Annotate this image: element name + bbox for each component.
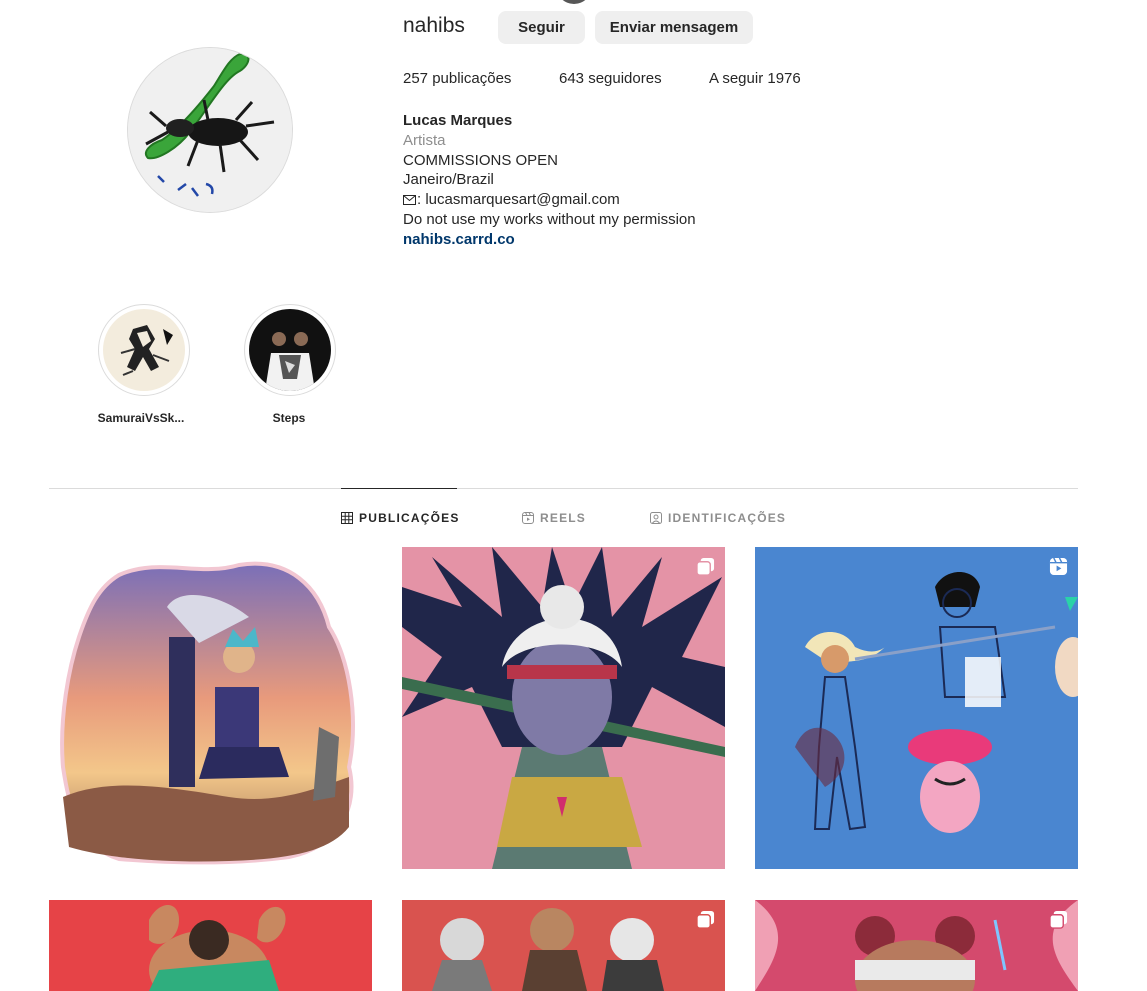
post-thumbnail[interactable] bbox=[755, 547, 1078, 869]
carousel-icon bbox=[696, 557, 715, 576]
tab-label: REELS bbox=[540, 511, 587, 525]
carousel-icon bbox=[1049, 910, 1068, 929]
posts-count: 257 publicações bbox=[403, 70, 512, 87]
bio-email: : lucasmarquesart@gmail.com bbox=[417, 191, 620, 208]
tab-reels[interactable]: REELS bbox=[522, 511, 586, 525]
post-image bbox=[755, 900, 1078, 991]
grid-icon bbox=[341, 512, 353, 524]
tab-tagged[interactable]: IDENTIFICAÇÕES bbox=[650, 511, 786, 525]
bio-line: Do not use my works without my permissio… bbox=[403, 211, 696, 228]
top-partial-element bbox=[556, 0, 592, 4]
bio-email-line: : lucasmarquesart@gmail.com bbox=[403, 191, 620, 208]
profile-username: nahibs bbox=[403, 14, 465, 37]
following-count[interactable]: A seguir 1976 bbox=[709, 70, 801, 87]
post-thumbnail[interactable] bbox=[49, 900, 372, 991]
reel-icon bbox=[1049, 557, 1068, 576]
bio-line: COMMISSIONS OPEN bbox=[403, 152, 559, 169]
send-message-button[interactable]: Enviar mensagem bbox=[595, 11, 753, 44]
tabs-divider bbox=[49, 488, 1078, 489]
post-image bbox=[755, 547, 1078, 869]
post-image bbox=[49, 547, 372, 869]
tab-label: PUBLICAÇÕES bbox=[359, 511, 460, 525]
post-image bbox=[402, 900, 725, 991]
highlight-cover bbox=[249, 309, 331, 391]
mail-icon bbox=[403, 195, 416, 205]
highlight-steps[interactable] bbox=[244, 304, 336, 396]
bio-name: Lucas Marques bbox=[403, 112, 513, 129]
highlight-label: Steps bbox=[272, 411, 306, 425]
bio-line: Janeiro/Brazil bbox=[403, 171, 494, 188]
carousel-icon bbox=[696, 910, 715, 929]
tab-posts[interactable]: PUBLICAÇÕES bbox=[341, 511, 460, 525]
post-image bbox=[402, 547, 725, 869]
post-image bbox=[49, 900, 372, 991]
tagged-icon bbox=[650, 512, 662, 524]
post-thumbnail[interactable] bbox=[402, 900, 725, 991]
bio-link[interactable]: nahibs.carrd.co bbox=[403, 231, 515, 248]
followers-count[interactable]: 643 seguidores bbox=[559, 70, 662, 87]
active-tab-indicator bbox=[341, 488, 457, 489]
highlight-samurai[interactable] bbox=[98, 304, 190, 396]
profile-avatar[interactable] bbox=[127, 47, 293, 213]
post-thumbnail[interactable] bbox=[402, 547, 725, 869]
post-thumbnail[interactable] bbox=[49, 547, 372, 869]
highlight-cover bbox=[103, 309, 185, 391]
bio-category: Artista bbox=[403, 132, 446, 149]
reels-icon bbox=[522, 512, 534, 524]
avatar-image bbox=[128, 48, 292, 212]
highlight-label: SamuraiVsSk... bbox=[97, 411, 185, 425]
tab-label: IDENTIFICAÇÕES bbox=[668, 511, 787, 525]
follow-button[interactable]: Seguir bbox=[498, 11, 585, 44]
post-thumbnail[interactable] bbox=[755, 900, 1078, 991]
